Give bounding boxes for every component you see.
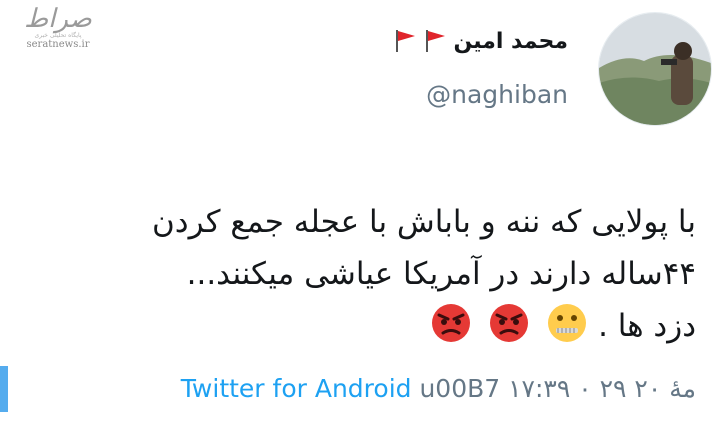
display-name-text: محمد امین [453,28,568,54]
watermark-logo-text: صراط [24,4,92,34]
tweet-timestamp[interactable]: ۱۷:۳۹ ۰ ۲۹ مهٔ ۲۰ [508,374,696,403]
avatar[interactable] [598,12,712,126]
watermark-logo: صراط پایگاه تحلیلی خبری seratnews.ir [10,6,106,54]
watermark-site: seratnews.ir [26,39,90,50]
tweet-meta: Twitter for Android u00B7 ۱۷:۳۹ ۰ ۲۹ مهٔ… [181,374,696,403]
red-flag-icon [426,30,446,52]
tweet-source-link[interactable]: Twitter for Android [181,374,412,403]
red-flag-icon [396,30,416,52]
angry-face-icon [432,304,471,342]
user-handle[interactable]: @naghiban [426,80,568,109]
meta-accent-bar [0,366,8,412]
tweet-line-text: دزد ها . [598,308,696,344]
angry-face-icon [490,304,529,342]
zipper-mouth-face-icon [548,304,587,342]
tweet-text: با پولایی که ننه و باباش با عجله جمع کرد… [16,196,696,352]
tweet-line: ۴۴ساله دارند در آمریکا عیاشی میکنند... [186,256,696,292]
tweet-line: با پولایی که ننه و باباش با عجله جمع کرد… [152,204,696,240]
user-display-name[interactable]: محمد امین [393,28,568,54]
avatar-photo [599,13,711,125]
meta-separator: u00B7 [411,374,509,403]
tweet-line-with-emoji: دزد ها . [16,300,696,352]
